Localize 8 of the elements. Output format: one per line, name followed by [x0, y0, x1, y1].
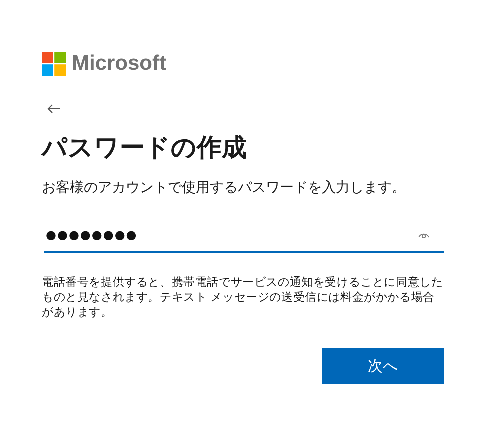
- logo-icon: [42, 52, 66, 76]
- brand-name: Microsoft: [72, 52, 166, 76]
- page-title: パスワードの作成: [42, 132, 248, 164]
- back-button[interactable]: [46, 102, 62, 116]
- next-button[interactable]: 次へ: [322, 348, 444, 384]
- password-field[interactable]: ●●●●●●●●: [44, 218, 444, 253]
- disclaimer-text: 電話番号を提供すると、携帯電話でサービスの通知を受けることに同意したものと見なされます。テキスト メッセージの送受信には料金がかかる場合があります。: [42, 275, 444, 320]
- description-text: お客様のアカウントで使用するパスワードを入力します。: [42, 179, 407, 198]
